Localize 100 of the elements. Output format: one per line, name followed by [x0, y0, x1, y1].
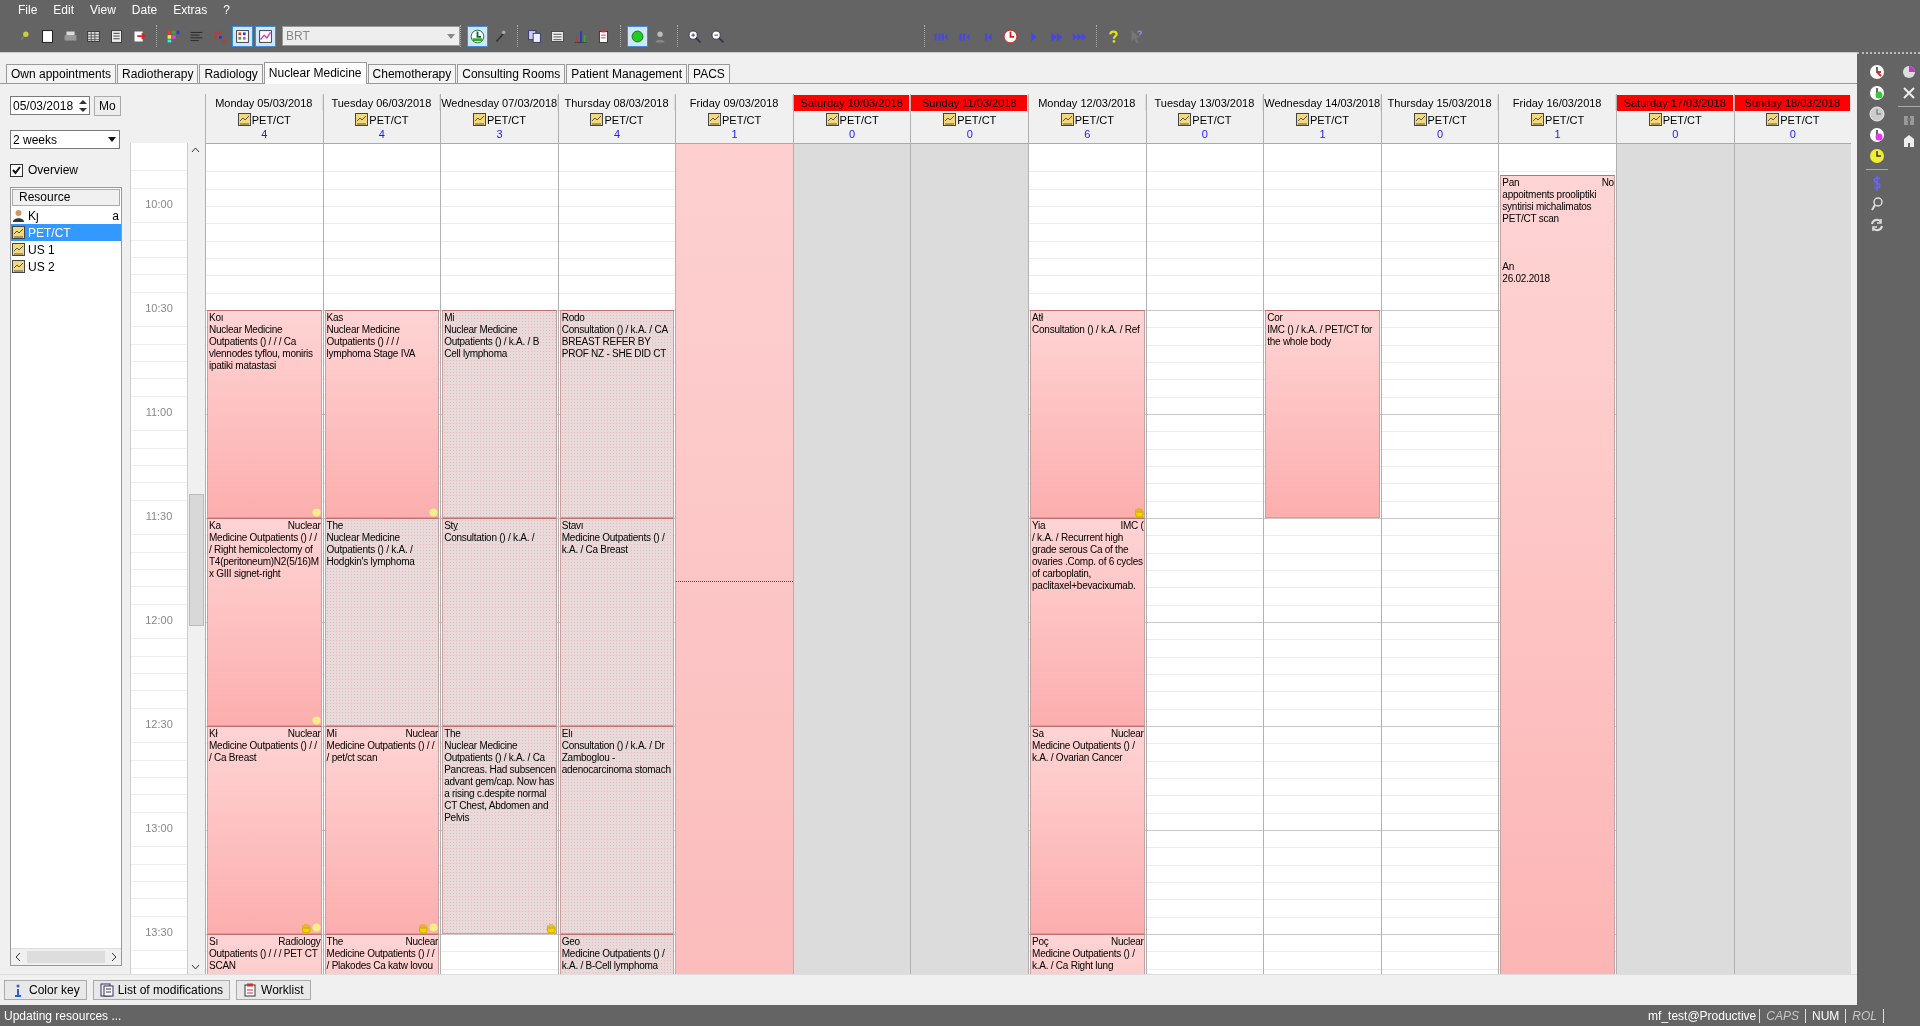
appointment-card[interactable]: Stỵ Consultation () / k.A. /	[442, 518, 557, 727]
monitor-icon	[590, 113, 604, 126]
vertical-scrollbar[interactable]	[187, 143, 205, 974]
day-header: Wednesday 07/03/2018	[441, 95, 558, 111]
appointment-details: Medicine Outpatients () / / / Plakodes Ca katw lovou	[326, 948, 436, 973]
appointment-card[interactable]: Geo Medicine Outpatients () / k.A. / B-Cell lymphoma	[559, 934, 675, 974]
magnifier-icon[interactable]	[1869, 196, 1885, 212]
resource-item[interactable]: Kȷ	[28, 208, 110, 223]
menu-item[interactable]: Edit	[45, 3, 83, 17]
appointment-card[interactable]: Cor IMC () / k.A. / PET/CT for the whole body	[1265, 310, 1380, 519]
dropdown-arrow-icon	[108, 137, 116, 142]
appointment-card[interactable]: The Nuclear Medicine Outpatients () / k.A. / Ca Pancreas. Had subsencen advant gem/cap. Now has a rising c.despite normal CT Chest, Abdomen and Pelvis	[442, 726, 557, 935]
overview-checkbox[interactable]	[10, 163, 23, 177]
appointment-tag: Nuclear	[1110, 728, 1144, 741]
key-indicator: NUM	[1806, 1008, 1847, 1023]
key-indicator: CAPS	[1760, 1008, 1806, 1023]
patient-name: Kas	[326, 312, 344, 325]
resource-item[interactable]: US 2	[28, 259, 121, 274]
appointment-card[interactable]: Elı Consultation () / k.A. / Dr Zamboglou -adenocarcinoma stomach	[559, 726, 675, 935]
status-light-icon[interactable]	[627, 25, 648, 47]
patient-name: Stỵ	[444, 520, 458, 533]
appointment-details: IMC () / k.A. / PET/CT for the whole body	[1267, 324, 1374, 349]
patient-name: The	[326, 936, 344, 949]
tab[interactable]: Consulting Rooms	[457, 64, 566, 83]
tab[interactable]: Nuclear Medicine	[263, 62, 367, 84]
appointment-card[interactable]: Koı Nuclear Medicine Outpatients () / / / Ca vlennodes tyflou, moniris ipatiki matastasi	[207, 310, 322, 519]
appointment-card[interactable]: Atł Consultation () / k.A. / Ref	[1030, 310, 1145, 519]
appointment-card[interactable]: Ka Nuclear Medicine Outpatients () / / / Right hemicolectomy of T4(peritoneum)N2(5/16)Mx GIII signet-right	[207, 518, 322, 727]
menu-item[interactable]: Extras	[165, 3, 216, 17]
appointment-card[interactable]: Yia IMC ( / k.A. / Recurrent high grade serous Ca of the ovaries .Comp. of 6 cycles of carboplatin, paclitaxel+bevacixumab.	[1030, 518, 1145, 727]
tab[interactable]: Own appointments	[6, 64, 117, 83]
clock-icon[interactable]	[1869, 64, 1885, 80]
weekday-button[interactable]: Mo	[94, 96, 121, 116]
appointment-card[interactable]: The Nuclear Medicine Outpatients () / / / Plakodes Ca katw lovou	[324, 934, 440, 974]
appointment-count: 6	[1084, 128, 1091, 140]
chart-icon[interactable]	[255, 25, 276, 47]
appointment-details: Consultation () / k.A. / Dr Zamboglou -adenocarcinoma stomach	[561, 740, 672, 777]
patient-name: Atł	[1032, 312, 1043, 325]
appointment-details: Nuclear Medicine Outpatients () / / / lymphoma Stage IVA	[326, 324, 417, 361]
clock-icon[interactable]	[467, 25, 488, 47]
building-icon[interactable]	[1901, 133, 1917, 149]
patient-name: Ka	[209, 520, 221, 533]
footer-button[interactable]: Worklist	[236, 980, 311, 1000]
footer-button[interactable]: Color key	[4, 980, 87, 1000]
menu-item[interactable]: ?	[215, 3, 238, 17]
list-icon	[99, 983, 114, 997]
monitor-icon	[12, 260, 25, 273]
monitor-icon	[1531, 113, 1545, 126]
appointment-card[interactable]: Rodo Consultation () / k.A. / CA BREAST REFER BY PROF NZ - SHE DID CT	[559, 310, 675, 519]
appointment-card[interactable]: Mi Nuclear Medicine Outpatients () / k.A. / B Cell lymphoma	[442, 310, 557, 519]
menu-item[interactable]: Date	[123, 3, 166, 17]
day-header: Sunday 11/03/2018	[911, 95, 1029, 111]
appointment-details: Medicine Outpatients () / / / Right hemicolectomy of T4(peritoneum)N2(5/16)Mx GIII signet-right	[209, 532, 320, 581]
monitor-icon	[12, 226, 25, 239]
day-header: Thursday 15/03/2018	[1381, 95, 1499, 111]
menu-item[interactable]: View	[82, 3, 124, 17]
range-select[interactable]: 2 weeks	[10, 130, 120, 149]
time-label: 10:30	[131, 302, 187, 315]
color-grid-icon[interactable]	[232, 25, 253, 47]
day-header: Monday 05/03/2018	[206, 95, 323, 111]
tab[interactable]: Patient Management	[566, 64, 688, 83]
horizontal-scrollbar[interactable]	[11, 948, 121, 965]
clock-icon[interactable]	[1869, 85, 1885, 101]
time-label: 11:00	[131, 406, 187, 419]
resource-item[interactable]: US 1	[28, 242, 121, 257]
appointment-card[interactable]: The Nuclear Medicine Outpatients () / k.A. / Hodgkin's lymphoma	[324, 518, 440, 727]
appointment-card[interactable]: Kł Nuclear Medicine Outpatients () / / / Ca Breast	[207, 726, 322, 935]
footer-button[interactable]: List of modifications	[92, 980, 231, 1000]
appointment-card[interactable]: Stavı Medicine Outpatients () / k.A. / Ca Breast	[559, 518, 675, 727]
appointment-tag: Nuclear	[287, 520, 321, 533]
appointment-details: / k.A. / Recurrent high grade serous Ca of the ovaries .Comp. of 6 cycles of carboplatin, paclitaxel+bevacixumab.	[1032, 532, 1144, 593]
appointment-card[interactable]: Kas Nuclear Medicine Outpatients () / / / lymphoma Stage IVA	[324, 310, 440, 519]
menu-item[interactable]: File	[10, 3, 46, 17]
pie-chart-icon[interactable]	[1901, 64, 1917, 80]
resource-name: PET/CT	[839, 113, 879, 126]
time-label: 13:00	[131, 822, 187, 835]
appointment-tag: IMC (	[1120, 520, 1144, 533]
scrollbar-thumb[interactable]	[189, 494, 204, 626]
clock-icon[interactable]	[1869, 127, 1885, 143]
appointment-card[interactable]: Poç Nuclear Medicine Outpatients () / k.A. / Ca Right lung	[1030, 934, 1145, 974]
time-label: 13:30	[131, 926, 187, 939]
resource-name: PET/CT	[486, 113, 526, 126]
day-header: Wednesday 14/03/2018	[1264, 95, 1381, 111]
column-header[interactable]: Resource	[12, 189, 120, 206]
appointment-card[interactable]: Sa Nuclear Medicine Outpatients () / k.A. / Ovarian Cancer	[1030, 726, 1145, 935]
appointment-count: 0	[849, 128, 856, 140]
appointment-card[interactable]: Pan No appoitments prooliptiki syntirisi michalimatos PET/CT scan An 26.02.2018	[1500, 175, 1615, 974]
date-field[interactable]: 05/03/2018	[10, 96, 90, 115]
tab[interactable]: Radiotherapy	[117, 64, 199, 83]
appointment-count: 1	[1554, 128, 1561, 140]
appointment-card[interactable]: Sı Radiology Outpatients () / / / PET CT SCAN	[207, 934, 322, 974]
appointment-card[interactable]: Mi Nuclear Medicine Outpatients () / / / pet/ct scan	[324, 726, 440, 935]
refresh-icon[interactable]	[1869, 217, 1885, 233]
tab[interactable]: PACS	[688, 64, 730, 83]
spinner-icon[interactable]	[77, 97, 89, 114]
appointment-details: Medicine Outpatients () / / / pet/ct scan	[326, 740, 436, 765]
clock-icon[interactable]	[1869, 148, 1885, 164]
tab[interactable]: Chemotherapy	[367, 64, 457, 83]
tab[interactable]: Radiology	[199, 64, 263, 83]
resource-name: PET/CT	[1309, 113, 1350, 126]
